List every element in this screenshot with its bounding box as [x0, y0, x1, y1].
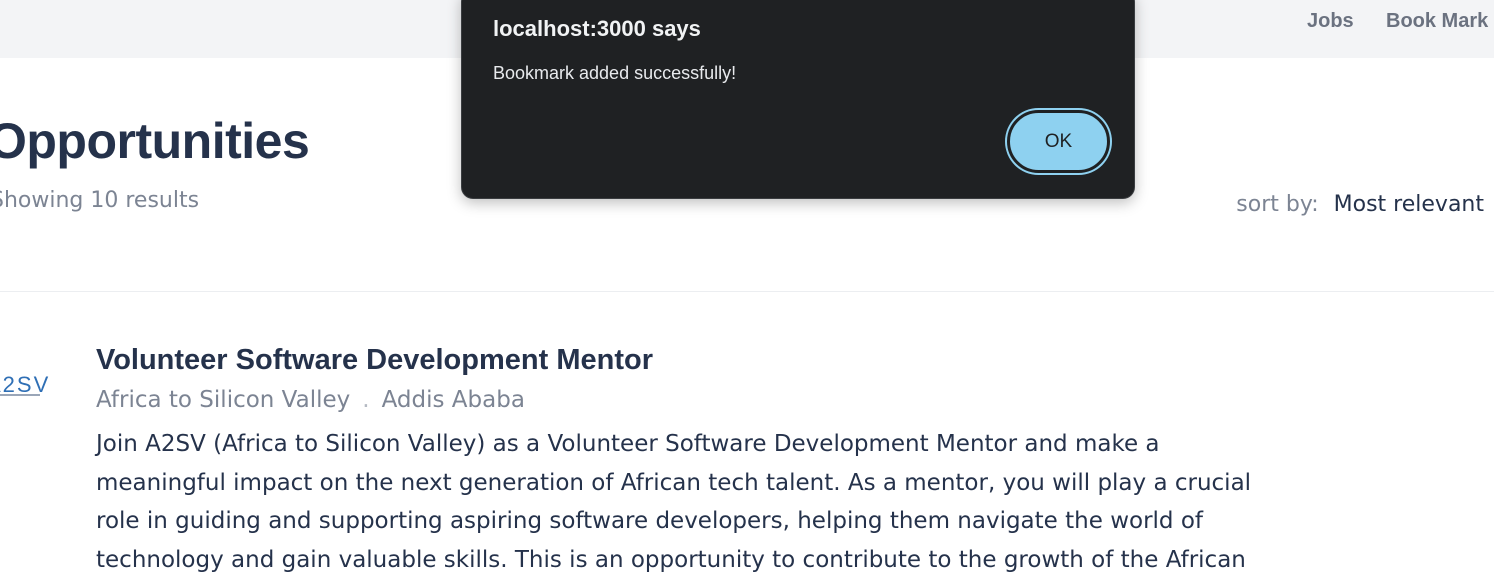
- dialog-message: Bookmark added successfully!: [493, 63, 737, 83]
- meta-separator-dot: .: [362, 387, 370, 413]
- sort-control[interactable]: sort by: Most relevant: [1236, 192, 1484, 217]
- sort-select[interactable]: Most relevant: [1334, 192, 1484, 217]
- job-title[interactable]: Volunteer Software Development Mentor: [96, 344, 653, 377]
- ok-button[interactable]: OK: [1007, 110, 1110, 173]
- sort-label: sort by:: [1236, 192, 1319, 217]
- job-location: Addis Ababa: [381, 387, 525, 413]
- nav-bookmarks-link[interactable]: Book Mark: [1386, 10, 1488, 33]
- page-title: Opportunities: [0, 113, 310, 169]
- job-meta: Africa to Silicon Valley. Addis Ababa: [96, 387, 525, 413]
- nav-jobs-link[interactable]: Jobs: [1307, 10, 1354, 33]
- company-logo: A2SV: [0, 362, 58, 406]
- job-description: Join A2SV (Africa to Silicon Valley) as …: [96, 431, 1252, 573]
- logo-tagline-mark: [0, 394, 40, 396]
- alert-dialog: localhost:3000 says Bookmark added succe…: [461, 0, 1135, 199]
- dialog-title: localhost:3000 says: [493, 16, 701, 41]
- results-count: Showing 10 results: [0, 188, 200, 213]
- job-company: Africa to Silicon Valley: [96, 387, 351, 413]
